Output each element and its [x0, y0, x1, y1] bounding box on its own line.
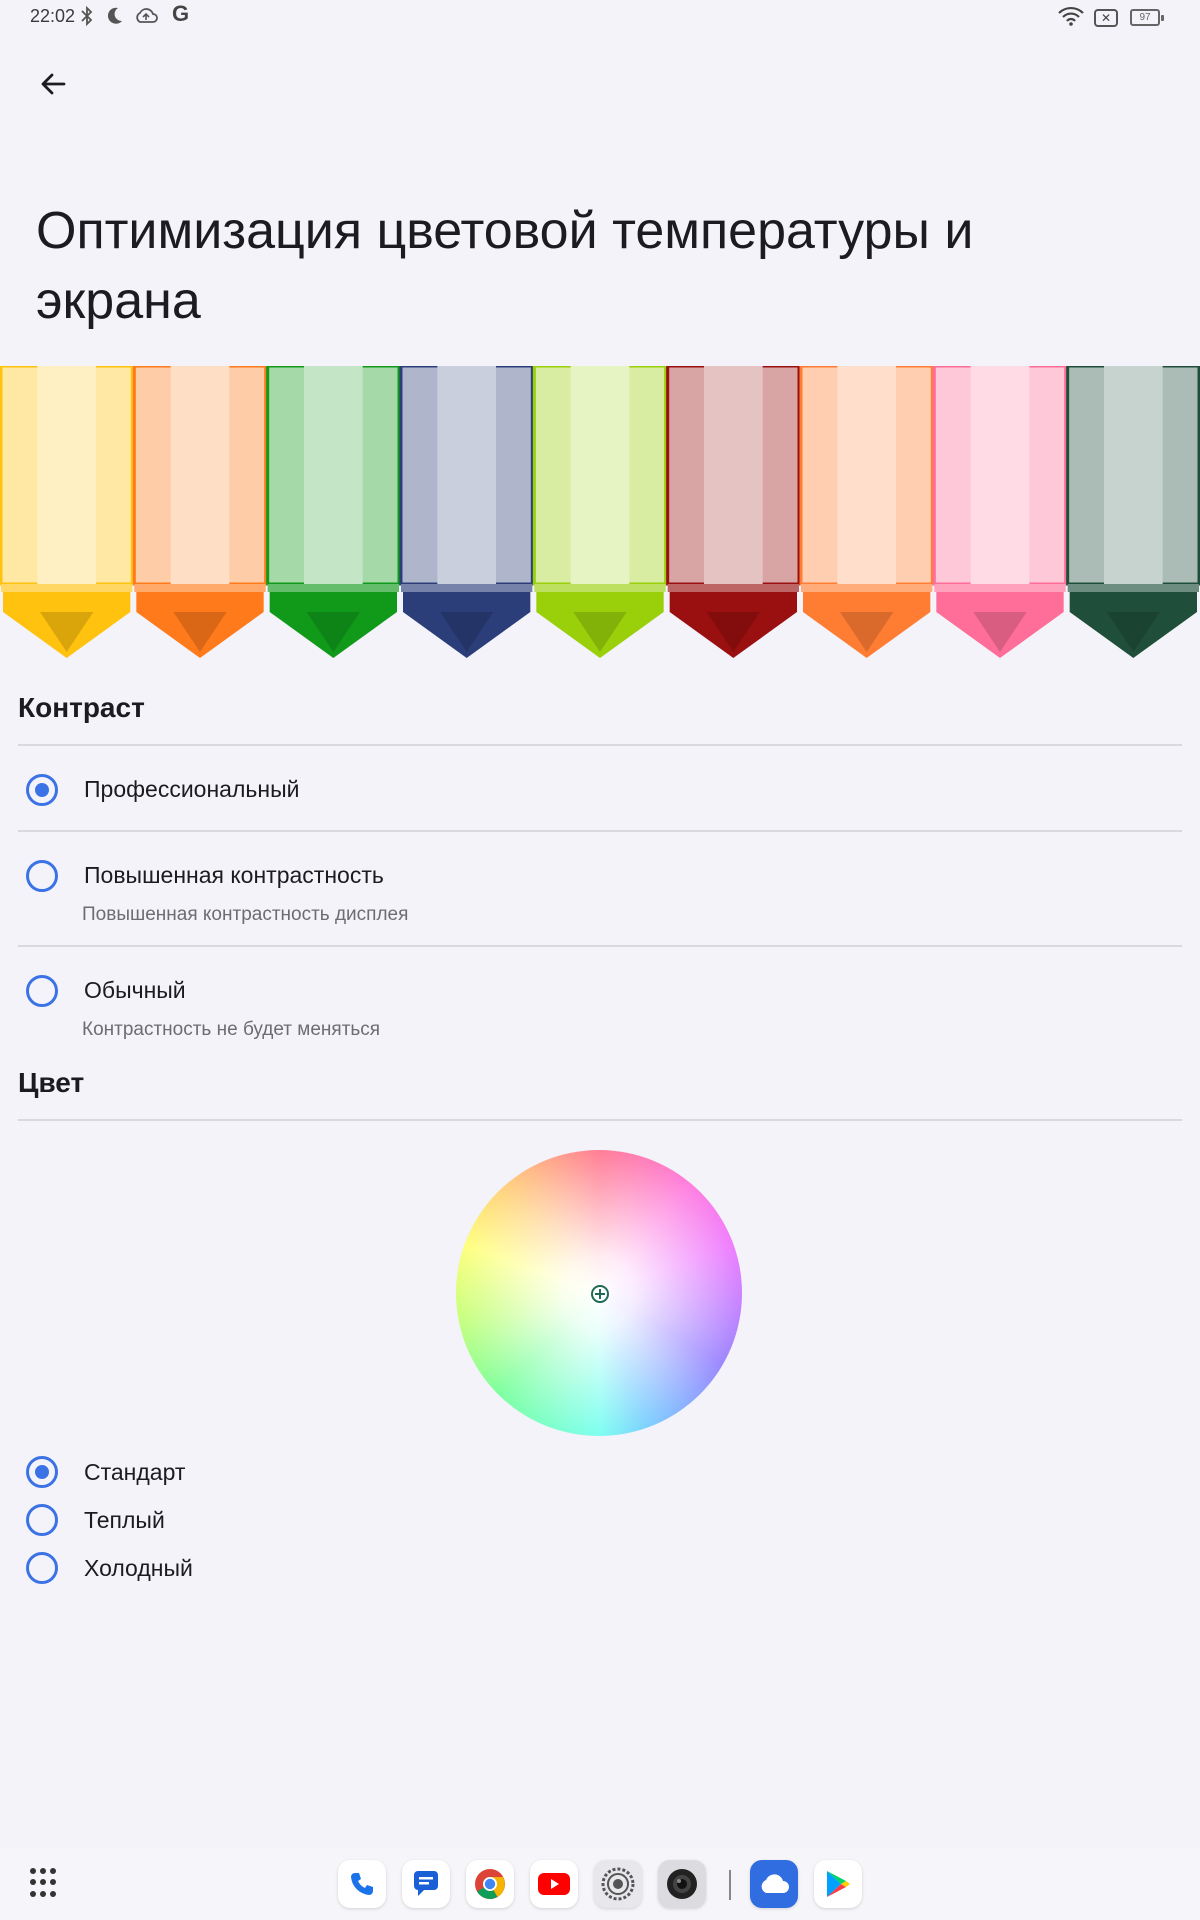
crayon [532, 366, 668, 658]
crayon [399, 366, 534, 658]
radio-button[interactable] [26, 1552, 58, 1584]
bluetooth-icon [80, 5, 94, 31]
radio-button[interactable] [26, 1504, 58, 1536]
crayon [799, 366, 934, 658]
divider [18, 1119, 1182, 1121]
option-label: Повышенная контрастность [84, 862, 384, 888]
cloud-upload-icon [134, 6, 158, 31]
do-not-disturb-icon [106, 6, 124, 31]
crayon [666, 366, 801, 658]
radio-button-checked[interactable] [26, 774, 58, 806]
settings-icon[interactable] [594, 1860, 642, 1908]
color-picker-handle-icon[interactable] [591, 1285, 609, 1303]
youtube-icon[interactable] [530, 1860, 578, 1908]
crayon [0, 366, 134, 658]
divider [18, 830, 1182, 832]
camera-icon[interactable] [658, 1860, 706, 1908]
no-sim-icon: ✕ [1094, 9, 1118, 27]
google-icon: G [172, 1, 190, 26]
crayon [132, 366, 268, 658]
chrome-icon[interactable] [466, 1860, 514, 1908]
cloud-icon[interactable] [750, 1860, 798, 1908]
option-label: Профессиональный [84, 776, 300, 802]
divider [18, 744, 1182, 746]
play-store-icon[interactable] [814, 1860, 862, 1908]
page-title: Оптимизация цветовой температуры и экран… [36, 202, 974, 330]
divider [18, 945, 1182, 947]
phone-icon[interactable] [338, 1860, 386, 1908]
option-label: Обычный [84, 977, 186, 1003]
wifi-icon [1058, 6, 1084, 31]
radio-button[interactable] [26, 975, 58, 1007]
option-label: Теплый [84, 1507, 165, 1533]
crayon [932, 366, 1068, 658]
dock-separator [729, 1870, 731, 1900]
app-drawer-icon[interactable] [30, 1868, 60, 1898]
contrast-section-title: Контраст [18, 692, 145, 723]
taskbar-dock [0, 1848, 1200, 1920]
messages-icon[interactable] [402, 1860, 450, 1908]
status-bar: 22:02 G ✕ 97 [0, 0, 1200, 36]
arrow-back-icon [41, 73, 66, 95]
status-time: 22:02 [30, 6, 76, 26]
radio-button[interactable] [26, 860, 58, 892]
back-button[interactable] [34, 64, 74, 104]
crayons-banner [0, 366, 1200, 658]
option-label: Холодный [84, 1555, 193, 1581]
option-subtitle: Повышенная контрастность дисплея [82, 904, 409, 925]
radio-button-checked[interactable] [26, 1456, 58, 1488]
battery-icon: 97 [1130, 9, 1164, 26]
color-section-title: Цвет [18, 1067, 85, 1098]
crayon [1066, 366, 1200, 658]
crayon [266, 366, 401, 658]
option-subtitle: Контрастность не будет меняться [82, 1019, 381, 1040]
option-label: Стандарт [84, 1459, 186, 1485]
